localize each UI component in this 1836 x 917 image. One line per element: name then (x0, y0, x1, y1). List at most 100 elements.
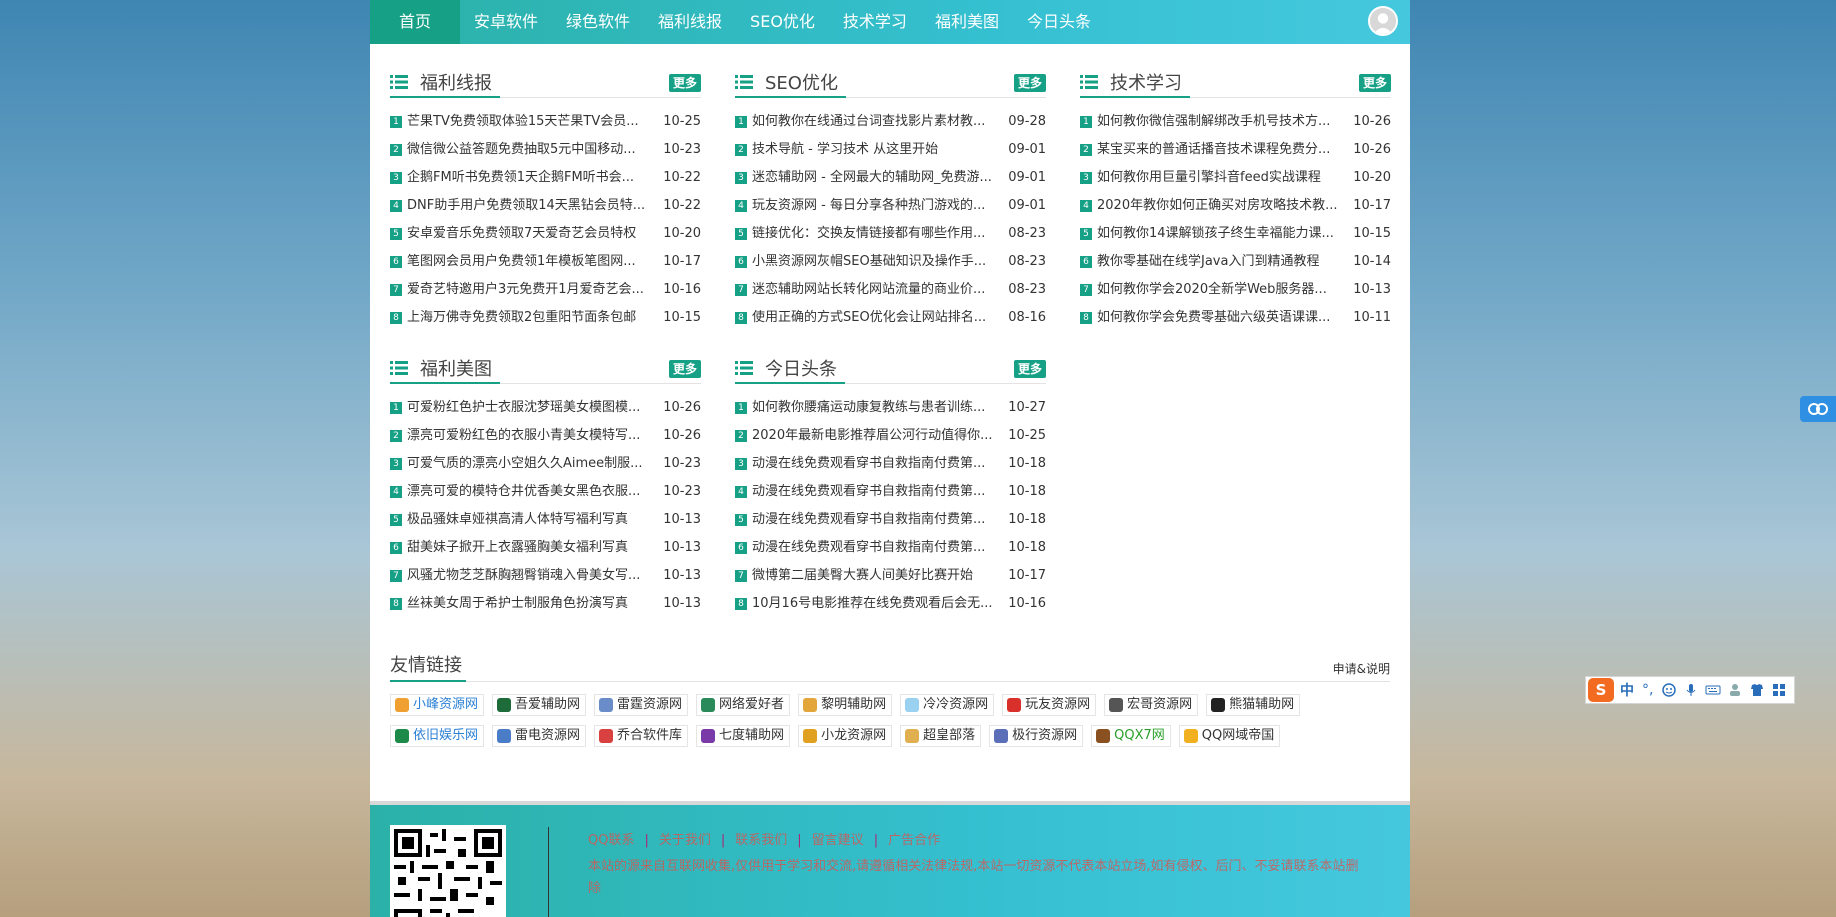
list-item[interactable]: 5 链接优化：交换友情链接都有哪些作用... 08-23 (735, 220, 1046, 248)
user-icon[interactable] (1727, 682, 1743, 698)
list-item[interactable]: 8 如何教你学会免费零基础六级英语课课... 10-11 (1080, 304, 1391, 332)
list-item[interactable]: 5 动漫在线免费观看穿书自救指南付费第... 10-18 (735, 506, 1046, 534)
nav-item-0[interactable]: 首页 (370, 0, 460, 44)
ime-punct[interactable]: °, (1642, 682, 1653, 698)
list-item[interactable]: 7 微博第二届美臀大赛人间美好比赛开始 10-17 (735, 562, 1046, 590)
microphone-icon[interactable] (1683, 682, 1699, 698)
friend-link[interactable]: 网络爱好者 (696, 694, 791, 716)
friend-link[interactable]: 依旧娱乐网 (390, 725, 485, 747)
nav-item-2[interactable]: 绿色软件 (552, 0, 644, 44)
article-title-link[interactable]: 如何教你腰痛运动康复教练与患者训练... (752, 394, 1000, 422)
list-item[interactable]: 4 玩友资源网 - 每日分享各种热门游戏的... 09-01 (735, 192, 1046, 220)
friend-link[interactable]: QQ网域帝国 (1178, 725, 1281, 747)
friend-link[interactable]: 七度辅助网 (696, 725, 791, 747)
list-item[interactable]: 3 企鹅FM听书免费领1天企鹅FM听书会... 10-22 (390, 164, 701, 192)
friend-link[interactable]: 小峰资源网 (390, 694, 485, 716)
list-item[interactable]: 1 如何教你微信强制解绑改手机号技术方... 10-26 (1080, 108, 1391, 136)
friend-link[interactable]: 极行资源网 (989, 725, 1084, 747)
friend-link[interactable]: 乔合软件库 (594, 725, 689, 747)
article-title-link[interactable]: 玩友资源网 - 每日分享各种热门游戏的... (752, 192, 1000, 220)
block-title[interactable]: 福利线报 (420, 69, 492, 95)
list-item[interactable]: 3 迷恋辅助网 - 全网最大的辅助网_免费游... 09-01 (735, 164, 1046, 192)
list-item[interactable]: 1 如何教你腰痛运动康复教练与患者训练... 10-27 (735, 394, 1046, 422)
list-item[interactable]: 1 可爱粉红色护士衣服沈梦瑶美女模图模... 10-26 (390, 394, 701, 422)
article-title-link[interactable]: 极品骚妹卓娅祺高清人体特写福利写真 (407, 506, 655, 534)
more-button[interactable]: 更多 (1358, 74, 1391, 92)
article-title-link[interactable]: 如何教你14课解锁孩子终生幸福能力课... (1097, 220, 1345, 248)
article-title-link[interactable]: 2020年最新电影推荐眉公河行动值得你... (752, 422, 1000, 450)
list-item[interactable]: 8 10月16号电影推荐在线免费观看后会无... 10-16 (735, 590, 1046, 618)
emoji-icon[interactable] (1661, 682, 1677, 698)
user-avatar-icon[interactable] (1368, 6, 1398, 36)
friend-link[interactable]: 宏哥资源网 (1104, 694, 1199, 716)
friend-link[interactable]: QQX7网 (1091, 725, 1171, 747)
article-title-link[interactable]: 教你零基础在线学Java入门到精通教程 (1097, 248, 1345, 276)
footer-link[interactable]: 关于我们 (659, 833, 711, 848)
list-item[interactable]: 1 芒果TV免费领取体验15天芒果TV会员... 10-25 (390, 108, 701, 136)
footer-link[interactable]: QQ联系 (588, 833, 634, 848)
list-item[interactable]: 6 动漫在线免费观看穿书自救指南付费第... 10-18 (735, 534, 1046, 562)
list-item[interactable]: 4 DNF助手用户免费领取14天黑钻会员特... 10-22 (390, 192, 701, 220)
article-title-link[interactable]: 如何教你学会免费零基础六级英语课课... (1097, 304, 1345, 332)
article-title-link[interactable]: 迷恋辅助网站长转化网站流量的商业价... (752, 276, 1000, 304)
list-item[interactable]: 6 笔图网会员用户免费领1年模板笔图网... 10-17 (390, 248, 701, 276)
article-title-link[interactable]: 爱奇艺特邀用户3元免费开1月爱奇艺会... (407, 276, 655, 304)
footer-link[interactable]: 联系我们 (735, 833, 787, 848)
nav-item-1[interactable]: 安卓软件 (460, 0, 552, 44)
list-item[interactable]: 1 如何教你在线通过台词查找影片素材教... 09-28 (735, 108, 1046, 136)
article-title-link[interactable]: 小黑资源网灰帽SEO基础知识及操作手... (752, 248, 1000, 276)
article-title-link[interactable]: 2020年教你如何正确买对房攻略技术教... (1097, 192, 1345, 220)
share-float-button[interactable] (1800, 396, 1836, 422)
friend-link[interactable]: 吾爱辅助网 (492, 694, 587, 716)
list-item[interactable]: 6 教你零基础在线学Java入门到精通教程 10-14 (1080, 248, 1391, 276)
article-title-link[interactable]: 使用正确的方式SEO优化会让网站排名... (752, 304, 1000, 332)
list-item[interactable]: 5 安卓爱音乐免费领取7天爱奇艺会员特权 10-20 (390, 220, 701, 248)
article-title-link[interactable]: 微信微公益答题免费抽取5元中国移动... (407, 136, 655, 164)
friend-link[interactable]: 黎明辅助网 (798, 694, 893, 716)
footer-link[interactable]: 广告合作 (888, 833, 940, 848)
nav-item-6[interactable]: 福利美图 (921, 0, 1013, 44)
list-item[interactable]: 8 上海万佛寺免费领取2包重阳节面条包邮 10-15 (390, 304, 701, 332)
list-item[interactable]: 6 小黑资源网灰帽SEO基础知识及操作手... 08-23 (735, 248, 1046, 276)
article-title-link[interactable]: 风骚尤物芝芝酥胸翘臀销魂入骨美女写... (407, 562, 655, 590)
article-title-link[interactable]: 漂亮可爱的模特仓井优香美女黑色衣服... (407, 478, 655, 506)
friend-link[interactable]: 小龙资源网 (798, 725, 893, 747)
nav-item-7[interactable]: 今日头条 (1013, 0, 1105, 44)
block-title[interactable]: 福利美图 (420, 355, 492, 381)
article-title-link[interactable]: 漂亮可爱粉红色的衣服小青美女模特写... (407, 422, 655, 450)
list-item[interactable]: 2 技术导航 - 学习技术 从这里开始 09-01 (735, 136, 1046, 164)
apply-link[interactable]: 申请&说明 (1333, 660, 1390, 677)
list-item[interactable]: 7 爱奇艺特邀用户3元免费开1月爱奇艺会... 10-16 (390, 276, 701, 304)
list-item[interactable]: 4 动漫在线免费观看穿书自救指南付费第... 10-18 (735, 478, 1046, 506)
ime-toolbar[interactable]: S 中 °, (1585, 676, 1795, 704)
article-title-link[interactable]: DNF助手用户免费领取14天黑钻会员特... (407, 192, 655, 220)
list-item[interactable]: 3 如何教你用巨量引擎抖音feed实战课程 10-20 (1080, 164, 1391, 192)
list-item[interactable]: 5 如何教你14课解锁孩子终生幸福能力课... 10-15 (1080, 220, 1391, 248)
list-item[interactable]: 8 使用正确的方式SEO优化会让网站排名... 08-16 (735, 304, 1046, 332)
article-title-link[interactable]: 动漫在线免费观看穿书自救指南付费第... (752, 534, 1000, 562)
more-button[interactable]: 更多 (668, 74, 701, 92)
article-title-link[interactable]: 如何教你学会2020全新学Web服务器... (1097, 276, 1345, 304)
article-title-link[interactable]: 迷恋辅助网 - 全网最大的辅助网_免费游... (752, 164, 1000, 192)
article-title-link[interactable]: 动漫在线免费观看穿书自救指南付费第... (752, 478, 1000, 506)
article-title-link[interactable]: 上海万佛寺免费领取2包重阳节面条包邮 (407, 304, 655, 332)
nav-item-5[interactable]: 技术学习 (829, 0, 921, 44)
list-item[interactable]: 4 2020年教你如何正确买对房攻略技术教... 10-17 (1080, 192, 1391, 220)
list-item[interactable]: 2 漂亮可爱粉红色的衣服小青美女模特写... 10-26 (390, 422, 701, 450)
list-item[interactable]: 3 可爱气质的漂亮小空姐久久Aimee制服... 10-23 (390, 450, 701, 478)
list-item[interactable]: 7 风骚尤物芝芝酥胸翘臀销魂入骨美女写... 10-13 (390, 562, 701, 590)
list-item[interactable]: 8 丝袜美女周于希护士制服角色扮演写真 10-13 (390, 590, 701, 618)
article-title-link[interactable]: 可爱气质的漂亮小空姐久久Aimee制服... (407, 450, 655, 478)
block-title[interactable]: 今日头条 (765, 355, 837, 381)
list-item[interactable]: 7 如何教你学会2020全新学Web服务器... 10-13 (1080, 276, 1391, 304)
article-title-link[interactable]: 丝袜美女周于希护士制服角色扮演写真 (407, 590, 655, 618)
ime-language[interactable]: 中 (1620, 680, 1634, 700)
article-title-link[interactable]: 微博第二届美臀大赛人间美好比赛开始 (752, 562, 1000, 590)
article-title-link[interactable]: 链接优化：交换友情链接都有哪些作用... (752, 220, 1000, 248)
friend-link[interactable]: 玩友资源网 (1002, 694, 1097, 716)
article-title-link[interactable]: 笔图网会员用户免费领1年模板笔图网... (407, 248, 655, 276)
list-item[interactable]: 5 极品骚妹卓娅祺高清人体特写福利写真 10-13 (390, 506, 701, 534)
nav-item-4[interactable]: SEO优化 (736, 0, 829, 44)
list-item[interactable]: 2 某宝买来的普通话播音技术课程免费分... 10-26 (1080, 136, 1391, 164)
article-title-link[interactable]: 可爱粉红色护士衣服沈梦瑶美女模图模... (407, 394, 655, 422)
